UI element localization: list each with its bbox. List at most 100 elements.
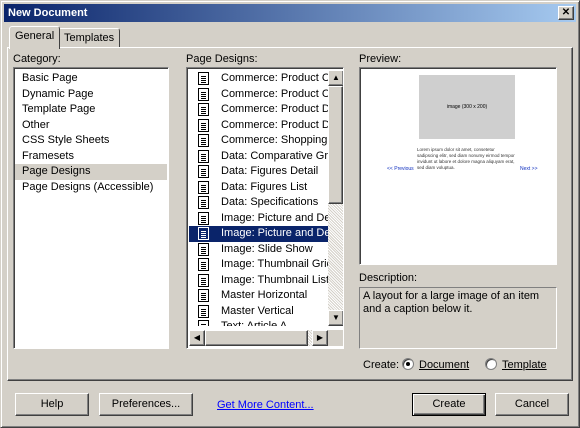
horizontal-scrollbar[interactable]: ◀ ▶ xyxy=(189,330,328,346)
help-button-label: Help xyxy=(40,398,64,410)
page-design-label: Image: Slide Show xyxy=(221,242,313,255)
page-design-item[interactable]: Master Vertical xyxy=(189,304,328,320)
page-designs-rows: Commerce: Product Catalog A Commerce: Pro… xyxy=(189,71,328,326)
preview-previous-link: << Previous xyxy=(387,166,414,172)
create-template-radio[interactable] xyxy=(485,358,497,370)
page-design-label: Image: Thumbnail Grid xyxy=(221,258,328,270)
tab-general[interactable]: General xyxy=(9,26,61,49)
page-design-item[interactable]: Data: Figures Detail xyxy=(189,164,328,180)
cancel-button-label: Cancel xyxy=(514,398,550,410)
page-design-item[interactable]: Commerce: Product Detail B xyxy=(189,118,328,134)
page-design-label: Commerce: Product Detail B xyxy=(221,118,328,131)
category-item[interactable]: Page Designs (Accessible) xyxy=(15,180,167,196)
category-list[interactable]: Basic Page Dynamic Page Template Page Ot… xyxy=(13,67,169,349)
create-document-label[interactable]: Document xyxy=(419,359,469,371)
scroll-right-button[interactable]: ▶ xyxy=(312,330,328,346)
tab-templates[interactable]: Templates xyxy=(58,28,121,48)
page-design-item[interactable]: Data: Specifications xyxy=(189,195,328,211)
arrow-up-icon: ▲ xyxy=(332,73,340,82)
cancel-button[interactable]: Cancel xyxy=(495,393,569,416)
document-icon xyxy=(198,289,209,302)
page-design-label: Master Horizontal xyxy=(221,289,308,301)
page-design-item[interactable]: Commerce: Product Catalog B xyxy=(189,87,328,103)
preview-pane: image (300 x 200) Lorem ipsum dolor sit … xyxy=(359,67,557,265)
description-text: A layout for a large image of an item an… xyxy=(363,290,540,315)
preview-label: Preview: xyxy=(359,53,402,65)
description-label: Description: xyxy=(359,272,418,284)
page-design-label: Commerce: Shopping Cart xyxy=(221,134,328,146)
close-button[interactable]: ✕ xyxy=(558,6,574,20)
page-design-item[interactable]: Data: Figures List xyxy=(189,180,328,196)
create-button[interactable]: Create xyxy=(412,393,486,416)
document-icon xyxy=(198,242,209,256)
page-design-label: Master Vertical xyxy=(221,304,294,317)
document-icon xyxy=(198,134,209,147)
scroll-down-button[interactable]: ▼ xyxy=(328,310,343,326)
document-icon xyxy=(198,103,209,116)
page-design-item[interactable]: Image: Thumbnail List xyxy=(189,273,328,289)
tab-templates-label: Templates xyxy=(64,32,115,44)
page-design-item-selected[interactable]: Image: Picture and Description xyxy=(189,226,328,242)
category-item[interactable]: Dynamic Page xyxy=(15,87,167,103)
page-design-label: Commerce: Product Catalog A xyxy=(221,72,328,84)
document-icon xyxy=(198,211,209,225)
category-label: Category: xyxy=(13,53,61,65)
category-item[interactable]: CSS Style Sheets xyxy=(15,133,167,149)
page-design-item[interactable]: Image: Thumbnail Grid xyxy=(189,257,328,273)
help-button[interactable]: Help xyxy=(15,393,89,416)
preview-body-text: Lorem ipsum dolor sit amet, consetetur s… xyxy=(417,147,515,170)
get-more-content-link[interactable]: Get More Content... xyxy=(217,399,314,411)
page-design-label: Data: Figures List xyxy=(221,180,308,193)
create-template-label[interactable]: Template xyxy=(502,359,547,371)
category-item[interactable]: Other xyxy=(15,118,167,134)
page-design-item[interactable]: Image: Slide Show xyxy=(189,242,328,258)
document-icon xyxy=(198,149,209,163)
page-design-label: Text: Article A xyxy=(221,320,288,326)
page-design-label: Image: Thumbnail List xyxy=(221,273,328,286)
document-label-text: Document xyxy=(419,359,470,371)
vertical-scrollbar[interactable]: ▲ ▼ xyxy=(328,70,343,326)
document-icon xyxy=(198,118,209,132)
preview-next-link: Next >> xyxy=(520,166,538,172)
scroll-up-button[interactable]: ▲ xyxy=(328,70,343,86)
category-item[interactable]: Template Page xyxy=(15,102,167,118)
document-icon xyxy=(198,87,209,101)
document-icon xyxy=(198,320,209,326)
page-design-label: Data: Figures Detail xyxy=(221,165,319,177)
scroll-left-button[interactable]: ◀ xyxy=(189,330,205,346)
new-document-dialog: New Document ✕ General Templates Categor… xyxy=(0,0,580,428)
document-icon xyxy=(198,196,209,209)
page-design-label: Image: Picture and Description xyxy=(221,211,328,224)
category-item[interactable]: Basic Page xyxy=(15,71,167,87)
page-design-item[interactable]: Image: Picture and Description xyxy=(189,211,328,227)
tab-general-label: General xyxy=(15,30,55,42)
preferences-button[interactable]: Preferences... xyxy=(99,393,193,416)
page-design-item[interactable]: Master Horizontal xyxy=(189,288,328,304)
arrow-down-icon: ▼ xyxy=(332,313,340,322)
arrow-right-icon: ▶ xyxy=(316,333,324,342)
page-design-label: Commerce: Product Catalog B xyxy=(221,87,328,100)
page-designs-list[interactable]: Commerce: Product Catalog A Commerce: Pro… xyxy=(186,67,344,349)
description-box: A layout for a large image of an item an… xyxy=(359,287,557,349)
create-document-radio[interactable] xyxy=(402,358,414,370)
page-design-item[interactable]: Commerce: Product Detail A xyxy=(189,102,328,118)
title-bar[interactable]: New Document ✕ xyxy=(4,4,576,22)
page-design-label: Image: Picture and Description xyxy=(221,227,328,239)
page-design-item[interactable]: Text: Article A xyxy=(189,319,328,326)
close-icon: ✕ xyxy=(561,7,571,18)
page-design-label: Data: Comparative Grid xyxy=(221,149,328,162)
category-item-selected[interactable]: Page Designs xyxy=(15,164,167,180)
document-icon xyxy=(198,72,209,85)
page-design-item[interactable]: Commerce: Product Catalog A xyxy=(189,71,328,87)
vertical-scroll-thumb[interactable] xyxy=(328,86,343,204)
page-designs-label: Page Designs: xyxy=(186,53,258,65)
document-icon xyxy=(198,273,209,287)
page-design-label: Commerce: Product Detail A xyxy=(221,103,328,115)
dialog-title: New Document xyxy=(8,7,88,19)
page-design-item[interactable]: Commerce: Shopping Cart xyxy=(189,133,328,149)
category-item[interactable]: Framesets xyxy=(15,149,167,165)
arrow-left-icon: ◀ xyxy=(193,333,201,342)
horizontal-scroll-thumb[interactable] xyxy=(205,330,308,346)
page-design-item[interactable]: Data: Comparative Grid xyxy=(189,149,328,165)
page-design-label: Data: Specifications xyxy=(221,196,319,208)
